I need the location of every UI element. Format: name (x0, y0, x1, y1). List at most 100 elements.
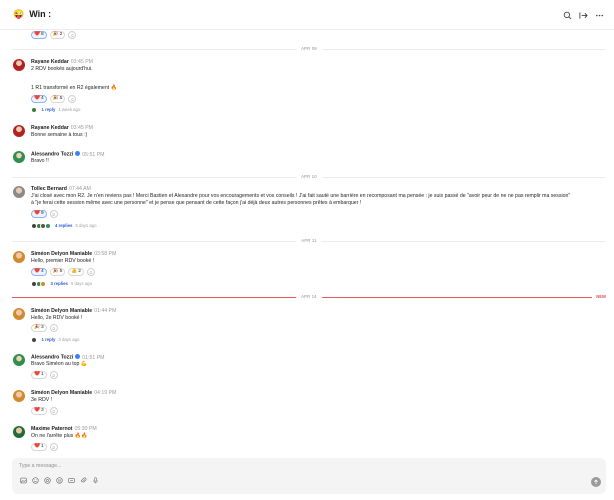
thread-last-reply: 5 days ago (70, 281, 92, 286)
avatar[interactable] (13, 59, 25, 71)
svg-text:@: @ (58, 479, 62, 483)
author-name[interactable]: Rayane Keddar (31, 59, 69, 65)
message-header: Rayane Keddar 03:45 PM (31, 59, 93, 66)
message-header: Siméon Delyon Maniable 04:19 PM (31, 390, 116, 397)
new-badge: NEW (592, 294, 606, 300)
avatar[interactable] (13, 186, 25, 198)
add-reaction-icon[interactable]: ☺ (86, 268, 95, 276)
reaction-chip[interactable]: 🎉 3 (31, 324, 47, 332)
message-text: Bravo !! (31, 158, 49, 164)
message-header: Rayane Keddar 03:45 PM (31, 125, 93, 132)
avatar[interactable] (13, 125, 25, 137)
timestamp: 05:30 PM (74, 426, 97, 432)
timestamp: 03:58 PM (94, 251, 117, 257)
avatar[interactable] (13, 390, 25, 402)
reaction-bar: ❤️ 4 🎉 5 👍 2 ☺ (31, 268, 95, 276)
message-feed[interactable]: ❤️ 8 🎉 2 ☺ APR 09 Rayane Keddar 03:45 PM 2 … (0, 30, 614, 454)
reaction-chip[interactable]: ❤️ 1 (31, 443, 47, 451)
reaction-bar: ❤️ 1 ☺ (31, 371, 58, 379)
attach-icon[interactable] (80, 477, 87, 484)
send-arrow-icon[interactable] (591, 477, 601, 487)
avatar[interactable] (13, 354, 25, 366)
message-text: 1 R1 transformé en R2 également 🔥 (31, 85, 118, 91)
message-header: Tollec Bernard 07:44 AM (31, 186, 91, 193)
thread-summary[interactable]: 4 replies 5 days ago (31, 223, 96, 229)
channel-header: 😜 Win : (0, 0, 614, 30)
avatar[interactable] (13, 151, 25, 163)
mic-icon[interactable] (92, 477, 99, 484)
snippet-icon[interactable] (68, 477, 75, 484)
author-name[interactable]: Alessandro Tozzi (31, 355, 73, 361)
avatar[interactable] (13, 251, 25, 263)
emoji-icon[interactable] (32, 477, 39, 484)
more-icon[interactable] (594, 10, 604, 20)
reaction-chip[interactable]: ❤️ 8 (31, 31, 47, 39)
date-divider: APR 10 (12, 174, 606, 180)
reaction-chip[interactable]: ❤️ 9 (31, 210, 47, 218)
search-icon[interactable] (562, 10, 572, 20)
add-reaction-icon[interactable]: ☺ (49, 407, 58, 415)
author-name[interactable]: Siméon Delyon Maniable (31, 308, 92, 314)
date-divider-label: APR 10 (296, 174, 322, 180)
gif-icon[interactable] (44, 477, 51, 484)
timestamp: 04:19 PM (94, 390, 117, 396)
thread-reply-count[interactable]: 3 replies (51, 281, 68, 287)
thread-summary[interactable]: 1 reply 1 week ago (31, 107, 80, 113)
timestamp: 01:51 PM (82, 354, 105, 361)
reaction-chip[interactable]: 🎉 5 (49, 268, 66, 276)
reaction-chip[interactable]: ❤️ 3 (31, 407, 47, 415)
timestamp: 03:45 PM (70, 59, 93, 65)
thread-last-reply: 3 days ago (58, 337, 80, 342)
avatar[interactable] (13, 426, 25, 438)
add-reaction-icon[interactable]: ☺ (49, 371, 58, 379)
author-name[interactable]: Alessandro Tozzi (31, 152, 73, 158)
thread-reply-count[interactable]: 4 replies (55, 223, 72, 229)
avatar[interactable] (13, 308, 25, 320)
message-text: 3e RDV ! (31, 397, 53, 403)
reaction-chip[interactable]: 🎉 5 (49, 95, 66, 103)
message-text: Bravo Siméon au top 💪 (31, 361, 88, 367)
add-reaction-icon[interactable]: ☺ (68, 31, 77, 39)
author-name[interactable]: Siméon Delyon Maniable (31, 251, 92, 257)
reaction-chip[interactable]: 🎉 2 (49, 31, 66, 39)
date-divider: APR 11 (12, 238, 606, 244)
add-reaction-icon[interactable]: ☺ (68, 95, 77, 103)
author-name[interactable]: Tollec Bernard (31, 186, 67, 192)
thread-summary[interactable]: 1 reply 3 days ago (31, 337, 79, 343)
image-icon[interactable] (20, 477, 27, 484)
reaction-bar: ❤️ 9 ☺ (31, 210, 58, 218)
thread-summary[interactable]: 3 replies 5 days ago (31, 281, 92, 287)
add-reaction-icon[interactable]: ☺ (49, 443, 58, 451)
mention-icon[interactable]: @ (56, 477, 63, 484)
reaction-chip[interactable]: ❤️ 1 (31, 371, 47, 379)
message-input[interactable]: Type a message... (19, 463, 61, 469)
author-name[interactable]: Rayane Keddar (31, 125, 69, 131)
reaction-bar: ❤️ 8 🎉 2 ☺ (31, 31, 77, 39)
message-header: Siméon Delyon Maniable 03:58 PM (31, 251, 116, 258)
verified-badge-icon (75, 354, 81, 359)
author-name[interactable]: Siméon Delyon Maniable (31, 390, 92, 396)
message-text: 2 RDV bookés aujourd'hui. (31, 66, 93, 72)
timestamp: 03:45 PM (70, 125, 93, 131)
reaction-chip[interactable]: ❤️ 4 (31, 95, 47, 103)
message-text: Hello, premier RDV booké ! (31, 258, 95, 264)
add-reaction-icon[interactable]: ☺ (49, 324, 58, 332)
thread-last-reply: 1 week ago (58, 107, 81, 112)
channel-title-group[interactable]: 😜 Win : (13, 8, 51, 20)
verified-badge-icon (75, 151, 81, 156)
date-divider-label: APR 09 (296, 46, 322, 52)
author-name[interactable]: Maxime Paternot (31, 426, 73, 432)
date-divider-label: APR 14 (296, 294, 322, 300)
reaction-bar: 🎉 3 ☺ (31, 324, 58, 332)
timestamp: 05:51 PM (82, 151, 105, 158)
add-reaction-icon[interactable]: ☺ (49, 210, 58, 218)
message-composer[interactable]: Type a message... @ (12, 458, 606, 494)
collapse-right-icon[interactable] (578, 10, 588, 20)
message-text: Bonne semaine à tous :) (31, 132, 88, 138)
thread-last-reply: 5 days ago (75, 223, 97, 228)
reaction-chip[interactable]: ❤️ 4 (31, 268, 47, 276)
thread-reply-count[interactable]: 1 reply (42, 337, 56, 343)
message-text: J'ai closé avec mon R2. Je n'en reviens … (31, 193, 571, 199)
reaction-chip[interactable]: 👍 2 (68, 268, 84, 276)
thread-reply-count[interactable]: 1 reply (42, 107, 56, 113)
